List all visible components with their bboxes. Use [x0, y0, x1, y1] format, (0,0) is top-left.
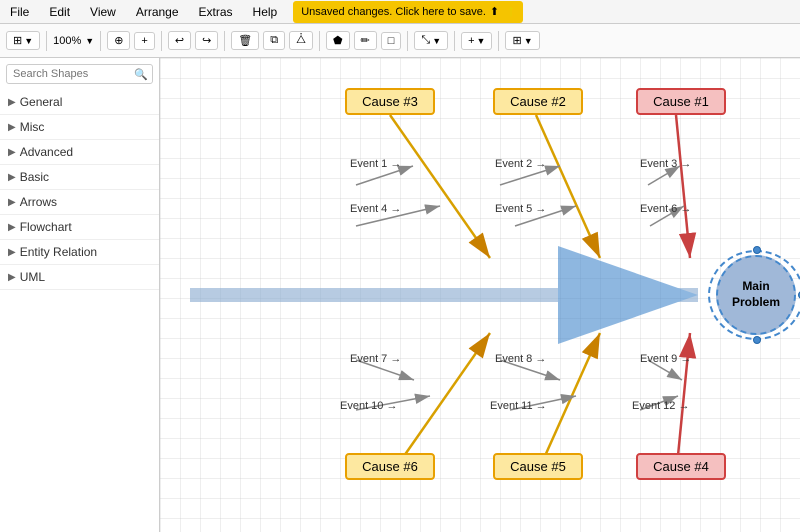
undo-btn[interactable]: ↩: [168, 31, 191, 50]
event-5-label: Event 5 →: [495, 203, 546, 215]
toolbar-sep-6: [407, 31, 408, 51]
chevron-right-icon: ▶: [8, 172, 16, 183]
fill-btn[interactable]: ⬟: [326, 31, 350, 50]
event-9-label: Event 9 →: [640, 353, 691, 365]
save-arrow-indicator: ↑: [507, 3, 515, 21]
duplicate-btn[interactable]: ⧊: [289, 31, 313, 50]
copy-btn[interactable]: ⧉: [263, 31, 285, 50]
cause-1-box[interactable]: Cause #1: [636, 88, 726, 115]
chevron-right-icon: ▶: [8, 222, 16, 233]
save-banner[interactable]: Unsaved changes. Click here to save. ⬆ ↑: [293, 1, 523, 23]
event-7-label: Event 7 →: [350, 353, 401, 365]
cause-4-box[interactable]: Cause #4: [636, 453, 726, 480]
handle-bottom[interactable]: [753, 336, 761, 344]
menu-view[interactable]: View: [86, 3, 120, 21]
line-color-btn[interactable]: ✏: [354, 31, 377, 50]
menu-help[interactable]: Help: [249, 3, 282, 21]
canvas[interactable]: Cause #3 Cause #2 Cause #1 Event 1 → Eve…: [160, 58, 800, 532]
menu-bar: File Edit View Arrange Extras Help Unsav…: [0, 0, 800, 24]
sidebar-item-uml[interactable]: ▶ UML: [0, 265, 159, 290]
chevron-right-icon: ▶: [8, 97, 16, 108]
cause-2-box[interactable]: Cause #2: [493, 88, 583, 115]
event-11-label: Event 11 →: [490, 400, 547, 412]
chevron-right-icon: ▶: [8, 197, 16, 208]
menu-edit[interactable]: Edit: [45, 3, 74, 21]
table-btn[interactable]: ⊞ ▼: [505, 31, 539, 50]
toolbar-sep-8: [498, 31, 499, 51]
diagram-container: Cause #3 Cause #2 Cause #1 Event 1 → Eve…: [160, 58, 800, 532]
menu-file[interactable]: File: [6, 3, 33, 21]
menu-arrange[interactable]: Arrange: [132, 3, 183, 21]
toolbar-sep-4: [224, 31, 225, 51]
page-style-btn[interactable]: ⊞ ▼: [6, 31, 40, 50]
sidebar-item-entity-relation[interactable]: ▶ Entity Relation: [0, 240, 159, 265]
cause-6-box[interactable]: Cause #6: [345, 453, 435, 480]
shape-btn[interactable]: □: [381, 32, 402, 50]
event-8-label: Event 8 →: [495, 353, 546, 365]
zoom-label: 100%: [53, 35, 81, 47]
sidebar-item-basic[interactable]: ▶ Basic: [0, 165, 159, 190]
event-6-label: Event 6 →: [640, 203, 691, 215]
search-icon: 🔍: [134, 68, 148, 81]
sidebar-item-label: General: [20, 95, 63, 109]
sidebar-item-misc[interactable]: ▶ Misc: [0, 115, 159, 140]
toolbar-sep-2: [100, 31, 101, 51]
waypoint-btn[interactable]: ⤡ ▼: [414, 31, 448, 50]
sidebar-item-label: Arrows: [20, 195, 57, 209]
cause-3-box[interactable]: Cause #3: [345, 88, 435, 115]
sidebar: 🔍 ▶ General ▶ Misc ▶ Advanced ▶ Basic ▶ …: [0, 58, 160, 532]
save-icon: ⬆: [490, 5, 499, 18]
main-layout: 🔍 ▶ General ▶ Misc ▶ Advanced ▶ Basic ▶ …: [0, 58, 800, 532]
toolbar-sep-1: [46, 31, 47, 51]
sidebar-item-flowchart[interactable]: ▶ Flowchart: [0, 215, 159, 240]
sidebar-item-label: Misc: [20, 120, 45, 134]
search-input[interactable]: [6, 64, 153, 84]
sidebar-item-label: Basic: [20, 170, 49, 184]
event-2-label: Event 2 →: [495, 158, 546, 170]
zoom-in-btn[interactable]: +: [134, 32, 154, 50]
handle-top[interactable]: [753, 246, 761, 254]
menu-extras[interactable]: Extras: [195, 3, 237, 21]
chevron-right-icon: ▶: [8, 122, 16, 133]
event-1-label: Event 1 →: [350, 158, 401, 170]
sidebar-item-label: Flowchart: [20, 220, 72, 234]
sidebar-item-arrows[interactable]: ▶ Arrows: [0, 190, 159, 215]
delete-btn[interactable]: 🗑: [231, 31, 259, 50]
event-3-label: Event 3 →: [640, 158, 691, 170]
cause-5-box[interactable]: Cause #5: [493, 453, 583, 480]
chevron-right-icon: ▶: [8, 247, 16, 258]
event-4-label: Event 4 →: [350, 203, 401, 215]
toolbar: ⊞ ▼ 100% ▼ ⊕ + ↩ ↪ 🗑 ⧉ ⧊ ⬟ ✏ □ ⤡ ▼ + ▼ ⊞…: [0, 24, 800, 58]
sidebar-item-label: Advanced: [20, 145, 73, 159]
selection-border: [708, 250, 800, 340]
event-10-label: Event 10 →: [340, 400, 397, 412]
toolbar-sep-3: [161, 31, 162, 51]
redo-btn[interactable]: ↪: [195, 31, 218, 50]
search-box: 🔍: [6, 64, 153, 84]
save-banner-text: Unsaved changes. Click here to save.: [301, 6, 486, 18]
toolbar-sep-5: [319, 31, 320, 51]
sidebar-item-advanced[interactable]: ▶ Advanced: [0, 140, 159, 165]
event-12-label: Event 12 →: [632, 400, 689, 412]
sidebar-item-label: Entity Relation: [20, 245, 97, 259]
zoom-fit-btn[interactable]: ⊕: [107, 31, 130, 50]
chevron-right-icon: ▶: [8, 147, 16, 158]
toolbar-sep-7: [454, 31, 455, 51]
insert-btn[interactable]: + ▼: [461, 32, 492, 50]
sidebar-item-general[interactable]: ▶ General: [0, 90, 159, 115]
zoom-dropdown-icon[interactable]: ▼: [85, 36, 94, 46]
sidebar-item-label: UML: [20, 270, 45, 284]
chevron-right-icon: ▶: [8, 272, 16, 283]
